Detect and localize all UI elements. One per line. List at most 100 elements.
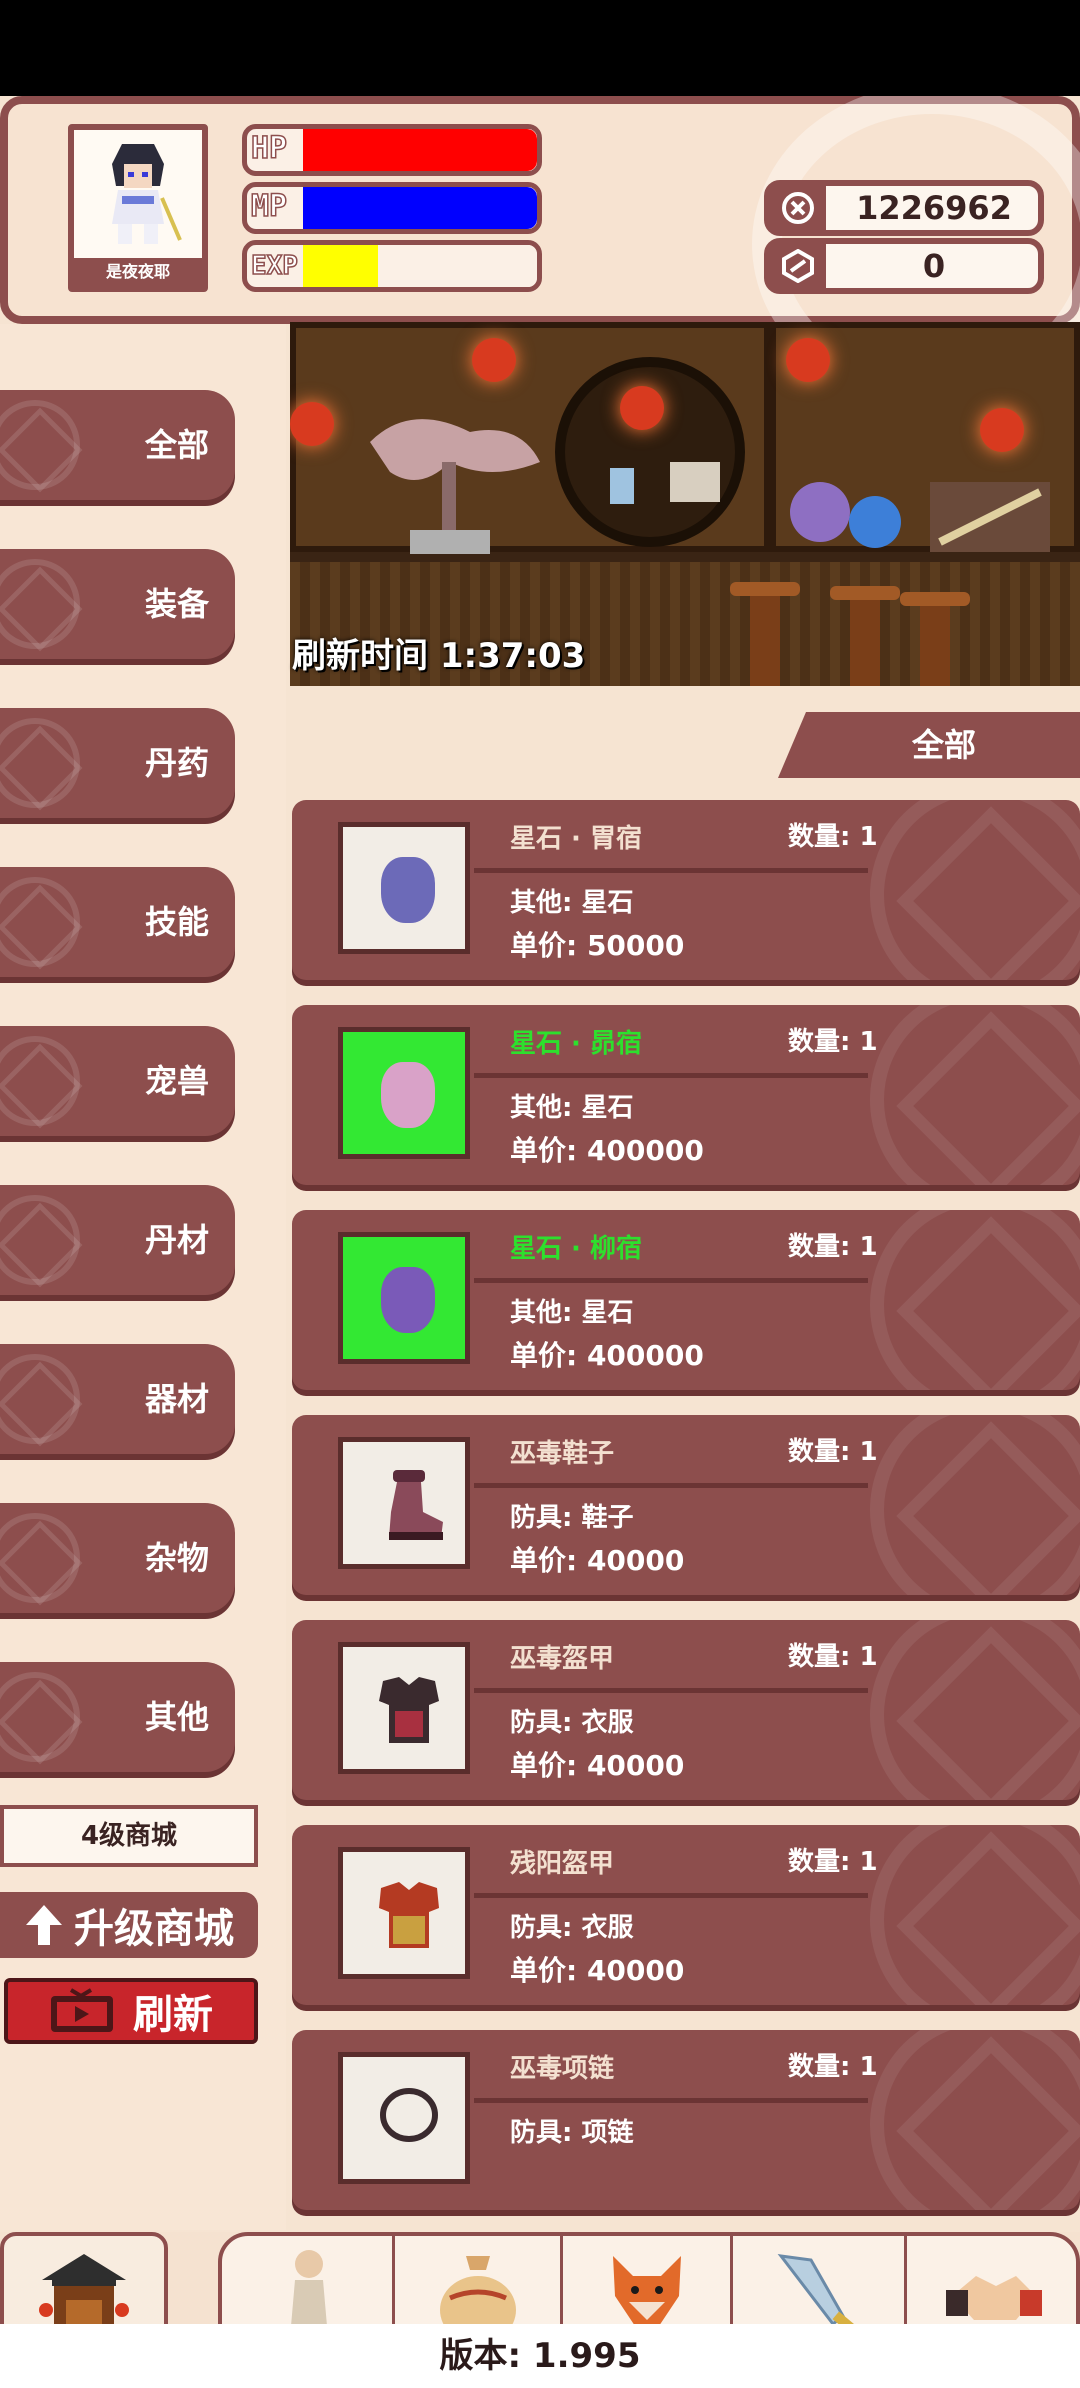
refresh-timer: 刷新时间 1:37:03 xyxy=(292,636,586,676)
arrow-up-icon xyxy=(26,1905,62,1945)
emblem-icon xyxy=(0,400,80,490)
gem-value: 0 xyxy=(922,247,946,285)
emblem-icon xyxy=(0,1036,80,1126)
item-quantity: 数量: 1 xyxy=(788,1847,878,1877)
item-icon-box xyxy=(338,1847,470,1979)
list-item[interactable]: 残阳盔甲 数量: 1 防具: 衣服 单价: 40000 xyxy=(292,1825,1080,2005)
item-icon-box xyxy=(338,1437,470,1569)
category-pets[interactable]: 宠兽 xyxy=(0,1026,235,1136)
shop-screen: 是夜夜耶 HP MP EXP 1226962 0 全部 装备 丹药 技能 宠兽 … xyxy=(0,96,1080,2388)
exp-bar: EXP xyxy=(242,240,542,292)
item-name: 星石 · 胃宿 xyxy=(510,824,642,854)
item-category: 防具: 项链 xyxy=(510,2118,634,2148)
item-name: 巫毒项链 xyxy=(510,2054,615,2084)
tv-ad-icon xyxy=(51,1988,113,2032)
item-name: 巫毒盔甲 xyxy=(510,1644,615,1674)
character-portrait-icon xyxy=(112,144,182,244)
item-price: 单价: 40000 xyxy=(510,1954,685,1987)
emblem-icon xyxy=(0,559,80,649)
item-icon-box xyxy=(338,822,470,954)
exp-label: EXP xyxy=(250,250,298,282)
armor-icon xyxy=(379,1677,439,1743)
item-category: 其他: 星石 xyxy=(510,1093,634,1123)
item-quantity: 数量: 1 xyxy=(788,2052,878,2082)
item-price: 单价: 50000 xyxy=(510,929,685,962)
item-category: 防具: 衣服 xyxy=(510,1913,634,1943)
version-label: 版本: 1.995 xyxy=(0,2324,1080,2388)
star-emblem-icon xyxy=(870,1005,1080,1185)
hp-fill xyxy=(303,129,537,171)
category-misc[interactable]: 杂物 xyxy=(0,1503,235,1613)
list-item[interactable]: 巫毒项链 数量: 1 防具: 项链 xyxy=(292,2030,1080,2210)
item-price: 单价: 40000 xyxy=(510,1749,685,1782)
item-quantity: 数量: 1 xyxy=(788,822,878,852)
emblem-icon xyxy=(0,718,80,808)
item-quantity: 数量: 1 xyxy=(788,1437,878,1467)
star-stone-icon xyxy=(381,1062,435,1128)
item-quantity: 数量: 1 xyxy=(788,1027,878,1057)
round-window-icon xyxy=(555,357,745,547)
item-icon-box xyxy=(338,2052,470,2184)
category-materials[interactable]: 器材 xyxy=(0,1344,235,1454)
gem-icon xyxy=(770,244,826,288)
item-name: 巫毒鞋子 xyxy=(510,1439,615,1469)
player-name: 是夜夜耶 xyxy=(74,258,202,286)
star-emblem-icon xyxy=(870,1825,1080,2005)
item-category: 防具: 衣服 xyxy=(510,1708,634,1738)
stools-icon xyxy=(730,582,970,686)
category-pills[interactable]: 丹药 xyxy=(0,708,235,818)
item-category: 防具: 鞋子 xyxy=(510,1503,634,1533)
star-stone-icon xyxy=(381,857,435,923)
item-price: 单价: 40000 xyxy=(510,1544,685,1577)
emblem-icon xyxy=(0,1513,80,1603)
shop-level: 4级商城 xyxy=(0,1805,258,1867)
category-pill-materials[interactable]: 丹材 xyxy=(0,1185,235,1295)
star-emblem-icon xyxy=(870,800,1080,980)
necklace-icon xyxy=(380,2088,438,2142)
coin-counter: 1226962 xyxy=(764,180,1044,236)
list-item[interactable]: 巫毒盔甲 数量: 1 防具: 衣服 单价: 40000 xyxy=(292,1620,1080,1800)
item-price: 单价: 400000 xyxy=(510,1134,704,1167)
upgrade-shop-button[interactable]: 升级商城 xyxy=(0,1892,258,1958)
item-category: 其他: 星石 xyxy=(510,888,634,918)
mp-fill xyxy=(303,187,537,229)
emblem-icon xyxy=(0,1195,80,1285)
star-emblem-icon xyxy=(870,1415,1080,1595)
item-price: 单价: 400000 xyxy=(510,1339,704,1372)
emblem-icon xyxy=(0,877,80,967)
item-name: 星石 · 柳宿 xyxy=(510,1234,642,1264)
refresh-button[interactable]: 刷新 xyxy=(4,1978,258,2044)
star-emblem-icon xyxy=(870,1210,1080,1390)
item-name: 残阳盔甲 xyxy=(510,1849,615,1879)
item-icon-box xyxy=(338,1232,470,1364)
exp-fill xyxy=(303,245,378,287)
hp-label: HP xyxy=(250,130,288,167)
category-all[interactable]: 全部 xyxy=(0,390,235,500)
coin-value: 1226962 xyxy=(856,189,1012,227)
list-item[interactable]: 星石 · 昴宿 数量: 1 其他: 星石 单价: 400000 xyxy=(292,1005,1080,1185)
star-stone-icon xyxy=(381,1267,435,1333)
item-icon-box xyxy=(338,1027,470,1159)
list-item[interactable]: 巫毒鞋子 数量: 1 防具: 鞋子 单价: 40000 xyxy=(292,1415,1080,1595)
bonsai-tree-icon xyxy=(370,419,540,554)
item-category: 其他: 星石 xyxy=(510,1298,634,1328)
category-skills[interactable]: 技能 xyxy=(0,867,235,977)
item-name: 星石 · 昴宿 xyxy=(510,1029,642,1059)
hp-bar: HP xyxy=(242,124,542,176)
mp-label: MP xyxy=(250,188,288,225)
list-item[interactable]: 星石 · 胃宿 数量: 1 其他: 星石 单价: 50000 xyxy=(292,800,1080,980)
star-emblem-icon xyxy=(870,1620,1080,1800)
boots-icon xyxy=(389,1470,443,1540)
mp-bar: MP xyxy=(242,182,542,234)
list-item[interactable]: 星石 · 柳宿 数量: 1 其他: 星石 单价: 400000 xyxy=(292,1210,1080,1390)
category-equipment[interactable]: 装备 xyxy=(0,549,235,659)
avatar[interactable]: 是夜夜耶 xyxy=(68,124,208,292)
player-header: 是夜夜耶 HP MP EXP 1226962 0 xyxy=(0,96,1080,404)
status-bar xyxy=(0,0,1080,96)
item-list: 星石 · 胃宿 数量: 1 其他: 星石 单价: 50000 星石 · 昴宿 数… xyxy=(290,800,1080,2228)
item-icon-box xyxy=(338,1642,470,1774)
category-other[interactable]: 其他 xyxy=(0,1662,235,1772)
potions-icon xyxy=(790,482,1050,552)
current-filter-tag: 全部 xyxy=(778,712,1080,778)
armor-icon xyxy=(379,1882,439,1948)
